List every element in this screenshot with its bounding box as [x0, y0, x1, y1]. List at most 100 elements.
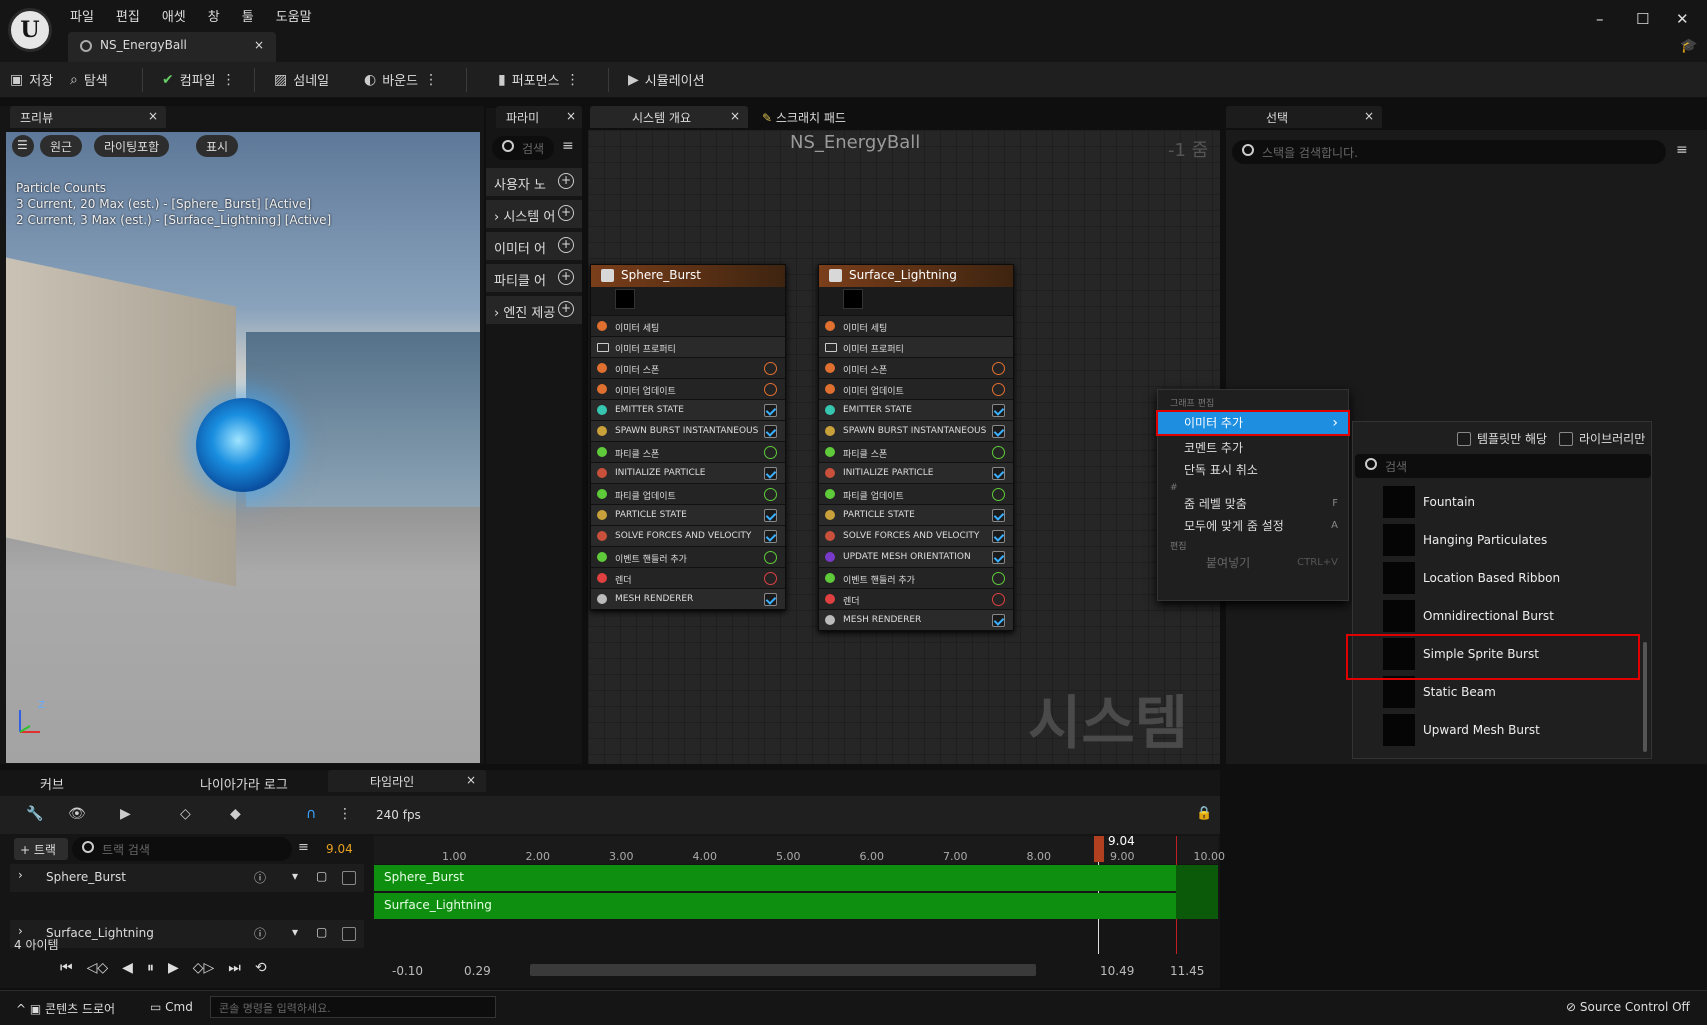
more-icon[interactable]: ⋮ [338, 806, 352, 822]
bounds-button[interactable]: ◐ 바운드 ⋮ [364, 70, 438, 90]
document-tab[interactable]: NS_EnergyBall × [68, 32, 276, 62]
library-only-toggle[interactable]: 라이브러리만 [1559, 430, 1645, 447]
node-module-row[interactable]: 이미터 프로퍼티 [591, 336, 785, 357]
add-icon[interactable]: + [558, 237, 574, 253]
simulation-button[interactable]: ▶ 시뮬레이션 [628, 70, 705, 90]
add-icon[interactable]: + [558, 173, 574, 189]
node-module-row[interactable]: 렌더 [819, 588, 1013, 609]
node-module-row[interactable]: PARTICLE STATE [819, 504, 1013, 525]
param-category-engine[interactable]: › 엔진 제공 + [486, 296, 582, 324]
thumbnail-button[interactable]: ▨ 섬네일 [274, 70, 329, 90]
add-module-icon[interactable] [992, 572, 1005, 585]
add-module-icon[interactable] [764, 362, 777, 375]
range-end[interactable]: 11.45 [1170, 964, 1204, 978]
zoom-all-menu-item[interactable]: 모두에 맞게 줌 설정 A [1158, 515, 1348, 537]
track-row-surface-lightning[interactable]: › Surface_Lightning ⓘ ▾ ▢ [10, 920, 364, 948]
parameters-search-input[interactable]: 검색 [492, 136, 554, 160]
step-back-icon[interactable]: ◀ [122, 960, 133, 976]
tab-scratch-pad[interactable]: ✎ 스크래치 패드 [762, 109, 846, 126]
close-window-button[interactable]: ✕ [1676, 10, 1689, 28]
filter-icon[interactable]: ≡ [298, 840, 309, 855]
info-icon[interactable]: ⓘ [254, 925, 266, 942]
to-start-icon[interactable]: ⏮ [60, 960, 73, 976]
emitter-search-input[interactable]: 검색 [1355, 454, 1651, 478]
close-tab-icon[interactable]: × [466, 773, 476, 787]
playhead-handle[interactable] [1094, 836, 1104, 862]
node-module-row[interactable]: INITIALIZE PARTICLE [819, 462, 1013, 483]
node-module-row[interactable]: INITIALIZE PARTICLE [591, 462, 785, 483]
filter-icon[interactable]: ≡ [562, 138, 574, 154]
node-module-row[interactable]: 이미터 업데이트 [591, 378, 785, 399]
node-module-row[interactable]: 파티클 업데이트 [819, 483, 1013, 504]
console-input[interactable]: 콘솔 명령을 입력하세요. [210, 996, 496, 1018]
lock-icon[interactable]: 🔒 [1196, 806, 1212, 821]
emitter-template-item[interactable]: Location Based Ribbon [1353, 560, 1641, 598]
next-key-icon[interactable]: ◇▷ [193, 960, 215, 976]
node-module-row[interactable]: PARTICLE STATE [591, 504, 785, 525]
add-module-icon[interactable] [764, 446, 777, 459]
node-module-row[interactable]: EMITTER STATE [591, 399, 785, 420]
track-row-sphere-burst[interactable]: › Sphere_Burst ⓘ ▾ ▢ [10, 864, 364, 892]
minimize-button[interactable]: – [1596, 10, 1604, 28]
add-module-icon[interactable] [992, 383, 1005, 396]
wrench-icon[interactable]: 🔧 [26, 806, 43, 822]
cmd-button[interactable]: ▭ Cmd [150, 1000, 193, 1014]
menu-file[interactable]: 파일 [70, 6, 94, 25]
param-category-system[interactable]: › 시스템 어 + [486, 200, 582, 228]
close-tab-icon[interactable]: × [566, 109, 576, 123]
module-enabled-checkbox[interactable] [992, 425, 1005, 438]
add-module-icon[interactable] [992, 593, 1005, 606]
tab-curves[interactable]: 커브 [40, 770, 64, 794]
node-module-row[interactable]: 이미터 세팅 [591, 315, 785, 336]
loop-icon[interactable]: ⟲ [255, 960, 267, 976]
track-enabled-checkbox[interactable] [342, 871, 356, 885]
param-category-particle[interactable]: 파티클 어 + [486, 264, 582, 292]
node-module-row[interactable]: 이미터 스폰 [591, 357, 785, 378]
unreal-logo-icon[interactable]: U [8, 8, 52, 52]
tab-selection[interactable]: 선택 × [1226, 106, 1382, 128]
paste-menu-item[interactable]: 붙여넣기 CTRL+V [1158, 552, 1348, 574]
unsolo-menu-item[interactable]: 단독 표시 취소 [1158, 459, 1348, 481]
timeline-scrollbar[interactable] [530, 964, 1036, 976]
content-drawer-button[interactable]: ^ ▣ 콘텐츠 드로어 [16, 1000, 115, 1017]
node-module-row[interactable]: SOLVE FORCES AND VELOCITY [591, 525, 785, 546]
node-module-row[interactable]: UPDATE MESH ORIENTATION [819, 546, 1013, 567]
add-icon[interactable]: + [558, 269, 574, 285]
list-scrollbar[interactable] [1643, 642, 1647, 752]
module-enabled-checkbox[interactable] [764, 530, 777, 543]
node-module-row[interactable]: 이미터 세팅 [819, 315, 1013, 336]
track-search-input[interactable]: 트랙 검색 [72, 837, 292, 861]
tab-parameters[interactable]: 파라미 × [496, 106, 582, 128]
node-module-row[interactable]: 이미터 스폰 [819, 357, 1013, 378]
view-start[interactable]: 0.29 [464, 964, 491, 978]
emitter-template-item[interactable]: Fountain [1353, 484, 1641, 522]
module-enabled-checkbox[interactable] [764, 404, 777, 417]
module-enabled-checkbox[interactable] [992, 467, 1005, 480]
tab-system-overview[interactable]: 시스템 개요 × [590, 106, 748, 128]
add-module-icon[interactable] [764, 551, 777, 564]
module-enabled-checkbox[interactable] [764, 467, 777, 480]
library-only-checkbox[interactable] [1559, 431, 1573, 446]
copy-icon[interactable]: ▢ [316, 869, 327, 883]
templates-only-checkbox[interactable] [1457, 431, 1471, 446]
stack-search-input[interactable]: 스택을 검색합니다. [1232, 140, 1666, 164]
magnet-icon[interactable]: ∩ [306, 806, 316, 822]
key-icon[interactable]: ◇ [180, 806, 191, 822]
view-end[interactable]: 10.49 [1100, 964, 1134, 978]
module-enabled-checkbox[interactable] [764, 509, 777, 522]
lighting-button[interactable]: 라이팅포함 [94, 135, 170, 157]
node-module-row[interactable]: 파티클 업데이트 [591, 483, 785, 504]
track-enabled-checkbox[interactable] [342, 927, 356, 941]
module-enabled-checkbox[interactable] [992, 509, 1005, 522]
add-module-icon[interactable] [992, 362, 1005, 375]
viewport-menu-icon[interactable]: ☰ [12, 135, 34, 157]
tab-preview[interactable]: 프리뷰 × [10, 106, 166, 128]
more-icon[interactable]: ⋮ [566, 72, 580, 88]
browse-button[interactable]: ⌕ 탐색 [70, 70, 108, 90]
learn-icon[interactable]: 🎓 [1680, 38, 1697, 54]
add-icon[interactable]: + [558, 301, 574, 317]
close-tab-icon[interactable]: × [1364, 109, 1374, 123]
module-enabled-checkbox[interactable] [992, 530, 1005, 543]
range-start[interactable]: -0.10 [392, 964, 423, 978]
track-bar-sphere-burst[interactable]: Sphere_Burst [374, 865, 1176, 891]
